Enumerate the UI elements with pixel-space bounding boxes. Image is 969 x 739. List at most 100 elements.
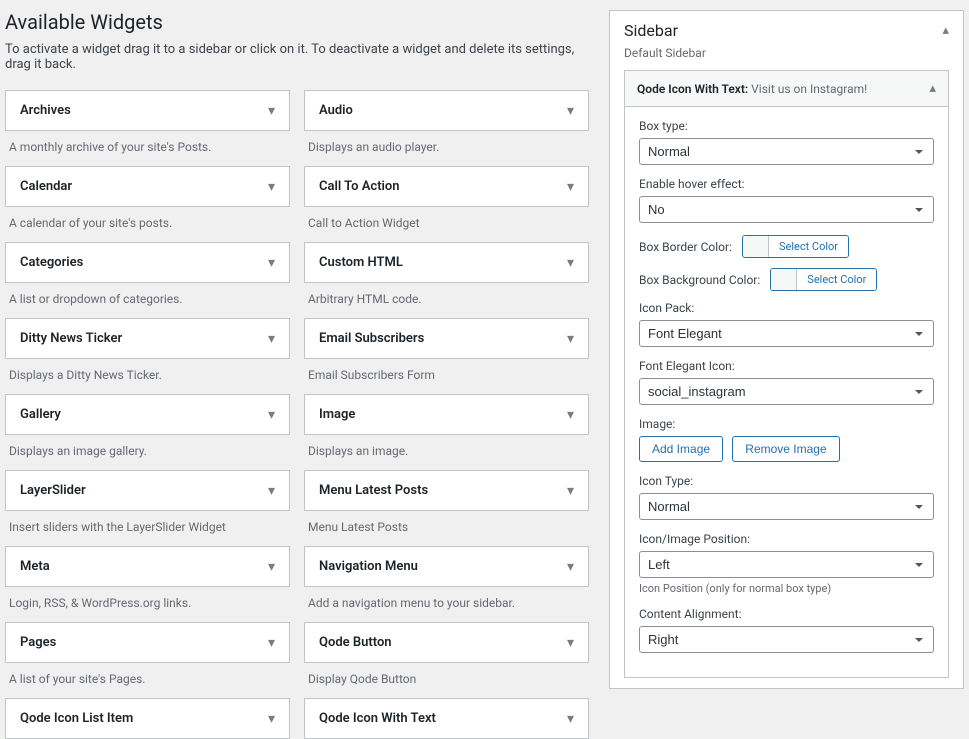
chevron-down-icon: ▾ <box>567 104 574 118</box>
font-elegant-select[interactable]: social_instagram <box>639 378 934 405</box>
widget-item[interactable]: Email Subscribers ▾ <box>304 318 589 359</box>
chevron-down-icon: ▾ <box>268 180 275 194</box>
icon-position-select[interactable]: Left <box>639 551 934 578</box>
widget-title: Navigation Menu <box>319 559 418 574</box>
border-color-label: Box Border Color: <box>639 240 732 254</box>
caret-up-icon: ▴ <box>929 81 936 96</box>
widget-item[interactable]: Navigation Menu ▾ <box>304 546 589 587</box>
chevron-down-icon: ▾ <box>268 256 275 270</box>
widget-instance-title: Visit us on Instagram! <box>751 82 867 96</box>
widget-instance-header[interactable]: Qode Icon With Text: Visit us on Instagr… <box>625 71 948 107</box>
chevron-down-icon: ▾ <box>268 104 275 118</box>
widget-description: Add a navigation menu to your sidebar. <box>304 587 589 622</box>
page-description: To activate a widget drag it to a sideba… <box>5 42 589 72</box>
widget-title: Menu Latest Posts <box>319 483 428 498</box>
widget-description: Displays a Ditty News Ticker. <box>5 359 290 394</box>
icon-pack-select[interactable]: Font Elegant <box>639 320 934 347</box>
widget-title: Email Subscribers <box>319 331 424 346</box>
widget-description: Login, RSS, & WordPress.org links. <box>5 587 290 622</box>
bg-color-label: Box Background Color: <box>639 273 760 287</box>
chevron-down-icon: ▾ <box>567 180 574 194</box>
hover-select[interactable]: No <box>639 196 934 223</box>
widget-title: Image <box>319 407 355 422</box>
widget-item[interactable]: Qode Icon List Item ▾ <box>5 698 290 739</box>
widget-item[interactable]: Archives ▾ <box>5 90 290 131</box>
widget-description: A list or dropdown of categories. <box>5 283 290 318</box>
widget-description: Email Subscribers Form <box>304 359 589 394</box>
widget-description: A list of your site's Pages. <box>5 663 290 698</box>
widget-item[interactable]: Meta ▾ <box>5 546 290 587</box>
box-type-select[interactable]: Normal <box>639 138 934 165</box>
widget-description: Displays an image gallery. <box>5 435 290 470</box>
available-widgets-panel: Available Widgets To activate a widget d… <box>0 0 589 739</box>
widget-item[interactable]: Categories ▾ <box>5 242 290 283</box>
chevron-down-icon: ▾ <box>268 484 275 498</box>
chevron-down-icon: ▾ <box>567 408 574 422</box>
icon-type-label: Icon Type: <box>639 474 934 488</box>
widget-title: Meta <box>20 559 50 574</box>
widget-title: Qode Icon With Text <box>319 711 436 726</box>
widget-item[interactable]: Calendar ▾ <box>5 166 290 207</box>
widget-item[interactable]: Ditty News Ticker▾ <box>5 318 290 359</box>
bg-color-button[interactable]: Select Color <box>770 268 877 291</box>
widget-title: Categories <box>20 255 83 270</box>
widget-item[interactable]: Call To Action ▾ <box>304 166 589 207</box>
widget-description: Call to Action Widget <box>304 207 589 242</box>
page-title: Available Widgets <box>5 10 589 34</box>
widget-title: Audio <box>319 103 353 118</box>
widget-description: A monthly archive of your site's Posts. <box>5 131 290 166</box>
font-elegant-label: Font Elegant Icon: <box>639 359 934 373</box>
remove-image-button[interactable]: Remove Image <box>732 436 839 462</box>
widget-item[interactable]: Qode Button▾ <box>304 622 589 663</box>
content-align-select[interactable]: Right <box>639 626 934 653</box>
content-align-label: Content Alignment: <box>639 607 934 621</box>
border-color-button[interactable]: Select Color <box>742 235 849 258</box>
widget-item[interactable]: Gallery ▾ <box>5 394 290 435</box>
widget-description: Displays an audio player. <box>304 131 589 166</box>
chevron-down-icon: ▾ <box>567 484 574 498</box>
chevron-down-icon: ▾ <box>268 560 275 574</box>
widget-title: Calendar <box>20 179 72 194</box>
icon-type-select[interactable]: Normal <box>639 493 934 520</box>
chevron-down-icon: ▾ <box>268 636 275 650</box>
widget-item[interactable]: Audio ▾ <box>304 90 589 131</box>
widget-title: Qode Icon List Item <box>20 711 133 726</box>
chevron-down-icon: ▾ <box>567 332 574 346</box>
chevron-down-icon: ▾ <box>567 560 574 574</box>
widget-name: Qode Icon With Text: <box>637 82 748 96</box>
widget-item[interactable]: Menu Latest Posts ▾ <box>304 470 589 511</box>
widget-item[interactable]: Custom HTML ▾ <box>304 242 589 283</box>
widget-title: Custom HTML <box>319 255 403 270</box>
icon-pack-label: Icon Pack: <box>639 301 934 315</box>
widget-form: Box type: Normal Enable hover effect: No… <box>625 107 948 677</box>
chevron-down-icon: ▾ <box>567 636 574 650</box>
box-type-label: Box type: <box>639 119 934 133</box>
sidebar-header[interactable]: Sidebar ▴ <box>610 11 963 46</box>
widget-title: Ditty News Ticker <box>20 331 122 346</box>
widget-description: A calendar of your site's posts. <box>5 207 290 242</box>
widget-item[interactable]: Image ▾ <box>304 394 589 435</box>
sidebar-subtitle: Default Sidebar <box>610 46 963 70</box>
widget-item[interactable]: Qode Icon With Text▾ <box>304 698 589 739</box>
widget-title: Gallery <box>20 407 61 422</box>
image-label: Image: <box>639 417 934 431</box>
widget-item[interactable]: Pages▾ <box>5 622 290 663</box>
widget-item[interactable]: LayerSlider▾ <box>5 470 290 511</box>
icon-position-help: Icon Position (only for normal box type) <box>639 582 934 595</box>
add-image-button[interactable]: Add Image <box>639 436 723 462</box>
chevron-down-icon: ▾ <box>268 408 275 422</box>
widget-title: Archives <box>20 103 71 118</box>
widget-description: Menu Latest Posts <box>304 511 589 546</box>
chevron-down-icon: ▾ <box>268 712 275 726</box>
widget-description: Insert sliders with the LayerSlider Widg… <box>5 511 290 546</box>
widget-instance: Qode Icon With Text: Visit us on Instagr… <box>624 70 949 678</box>
sidebar-title: Sidebar <box>624 21 678 40</box>
widget-description: Arbitrary HTML code. <box>304 283 589 318</box>
hover-label: Enable hover effect: <box>639 177 934 191</box>
chevron-down-icon: ▾ <box>567 256 574 270</box>
widget-title: Call To Action <box>319 179 400 194</box>
color-swatch <box>771 269 797 290</box>
widget-description: Displays an image. <box>304 435 589 470</box>
icon-position-label: Icon/Image Position: <box>639 532 934 546</box>
widget-description: Display Qode Button <box>304 663 589 698</box>
